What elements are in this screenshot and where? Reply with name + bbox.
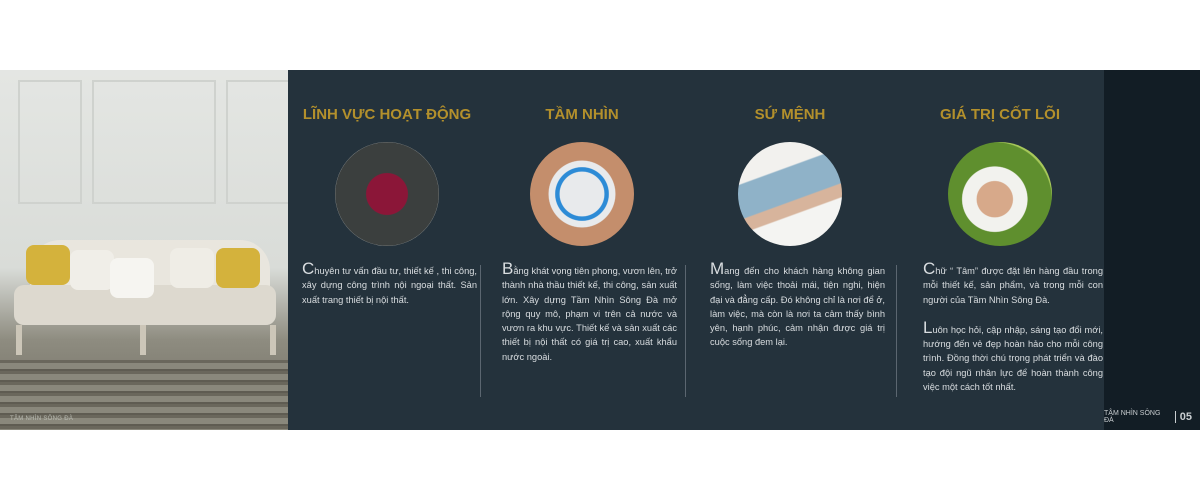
column-text: uôn học hỏi, cập nhập, sáng tạo đổi mới,… <box>923 324 1103 393</box>
meditation-image <box>948 142 1052 246</box>
drop-cap: B <box>502 259 514 278</box>
couple-image <box>738 142 842 246</box>
divider <box>896 265 897 397</box>
hands-circle-image <box>530 142 634 246</box>
column-text: huyên tư vấn đầu tư, thiết kế , thi công… <box>302 266 477 305</box>
footer-brand: TÂM NHÌN SÔNG ĐÀ <box>1104 410 1161 424</box>
column-text: hữ “ Tâm” được đặt lên hàng đầu trong mỗ… <box>923 266 1103 305</box>
column-title: TẦM NHÌN <box>545 106 619 123</box>
column-title: GIÁ TRỊ CỐT LÕI <box>940 106 1060 123</box>
divider <box>685 265 686 397</box>
column-text: ằng khát vọng tiên phong, vươn lên, trở … <box>502 266 677 362</box>
right-strip: TÂM NHÌN SÔNG ĐÀ 05 <box>1104 70 1200 430</box>
page-footer: TÂM NHÌN SÔNG ĐÀ 05 <box>1104 410 1192 424</box>
column-title: LĨNH VỰC HOẠT ĐỘNG <box>302 106 472 123</box>
drop-cap: M <box>710 259 725 278</box>
armchair-image <box>335 142 439 246</box>
page-number: 05 <box>1179 411 1192 423</box>
column-text: ang đến cho khách hàng không gian sống, … <box>710 266 885 348</box>
drop-cap: C <box>302 259 315 278</box>
brand-watermark: TÂM NHÌN SÔNG ĐÀ <box>10 416 74 422</box>
drop-cap: C <box>923 259 936 278</box>
divider <box>480 265 481 397</box>
sofa-room-photo: TÂM NHÌN SÔNG ĐÀ <box>0 70 288 430</box>
brochure-page: TÂM NHÌN SÔNG ĐÀ LĨNH VỰC HOẠT ĐỘNG Chuy… <box>0 70 1200 430</box>
column-title: SỨ MỆNH <box>754 106 826 123</box>
